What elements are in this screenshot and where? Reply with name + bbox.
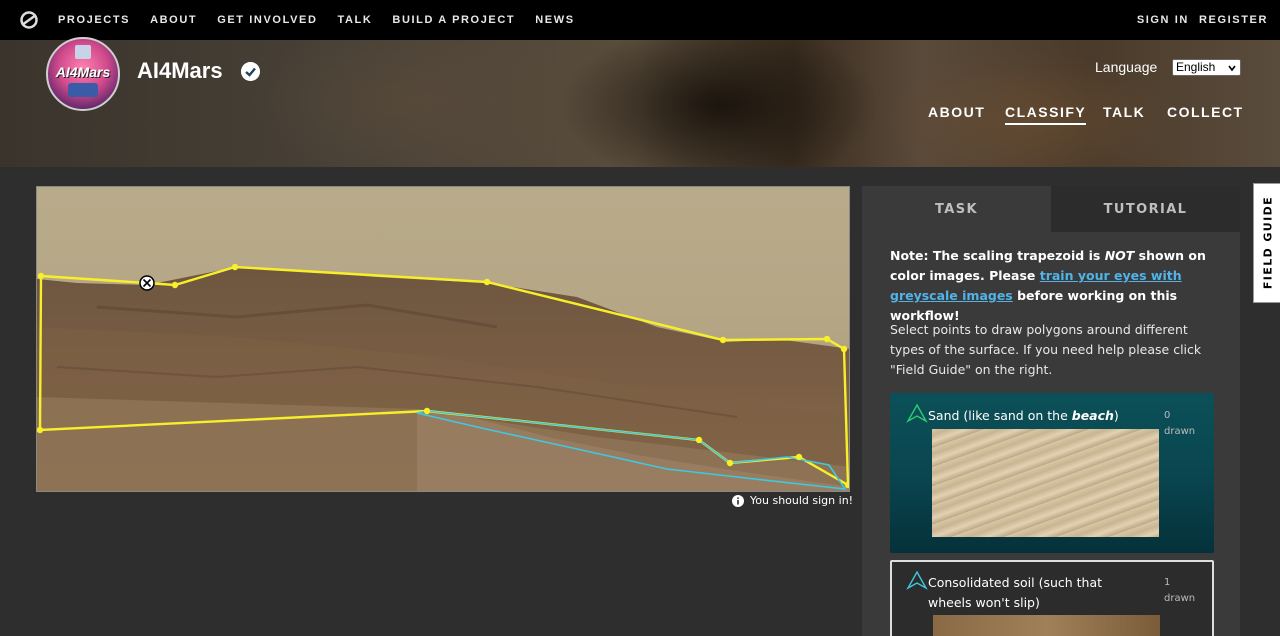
- top-nav: PROJECTS ABOUT GET INVOLVED TALK BUILD A…: [0, 0, 1280, 40]
- nav-news[interactable]: NEWS: [535, 14, 574, 26]
- answer-soil-count: 1 drawn: [1164, 575, 1195, 607]
- sand-example-image: [932, 429, 1159, 537]
- triangle-tool-icon: [906, 403, 928, 423]
- project-title[interactable]: AI4Mars: [137, 58, 223, 84]
- nav-get-involved[interactable]: GET INVOLVED: [217, 14, 317, 26]
- register-link[interactable]: REGISTER: [1199, 14, 1268, 26]
- project-avatar[interactable]: AI4Mars: [46, 37, 120, 111]
- nav-projects[interactable]: PROJECTS: [58, 14, 130, 26]
- answer-sand[interactable]: Sand (like sand on the beach) 0 drawn: [890, 393, 1214, 553]
- nav-talk[interactable]: TALK: [338, 14, 373, 26]
- triangle-tool-icon: [906, 570, 928, 590]
- nav-about[interactable]: ABOUT: [150, 14, 197, 26]
- soil-polygon[interactable]: [416, 410, 847, 490]
- soil-example-image: [933, 615, 1160, 636]
- avatar-logo-text: AI4Mars: [55, 64, 111, 80]
- task-note-emphasis: NOT: [1104, 248, 1135, 263]
- info-icon: [732, 494, 744, 507]
- sign-in-notice: You should sign in!: [732, 494, 853, 507]
- language-selected-value: English: [1176, 60, 1216, 74]
- sign-in-notice-text: You should sign in!: [750, 494, 854, 507]
- sand-polygon[interactable]: [38, 265, 849, 487]
- nav-build-a-project[interactable]: BUILD A PROJECT: [392, 14, 515, 26]
- project-nav-classify[interactable]: CLASSIFY: [1005, 104, 1087, 125]
- task-panel: TASK TUTORIAL Note: The scaling trapezoi…: [862, 186, 1240, 636]
- verified-badge-icon: [241, 62, 260, 81]
- header-background-shade: [560, 40, 880, 167]
- polygon-overlay[interactable]: [37, 187, 850, 492]
- language-select[interactable]: English: [1172, 59, 1241, 76]
- answer-soil-count-number: 1: [1164, 577, 1171, 588]
- satellite-icon: [75, 45, 91, 59]
- answer-soil-count-label: drawn: [1164, 593, 1196, 604]
- answer-sand-count-number: 0: [1164, 410, 1171, 421]
- answer-soil-label: Consolidated soil (such that wheels won'…: [928, 575, 1103, 610]
- project-nav-about[interactable]: ABOUT: [928, 104, 985, 120]
- field-guide-tab[interactable]: FIELD GUIDE: [1253, 183, 1280, 303]
- main-nav-links: PROJECTS ABOUT GET INVOLVED TALK BUILD A…: [58, 0, 595, 40]
- zooniverse-logo-icon[interactable]: [19, 10, 39, 30]
- answer-sand-label-suffix: ): [1113, 408, 1119, 423]
- answer-sand-count: 0 drawn: [1164, 408, 1195, 440]
- task-instructions: Select points to draw polygons around di…: [890, 322, 1202, 377]
- auth-links: SIGN IN REGISTER: [1137, 0, 1278, 40]
- project-nav-collect[interactable]: COLLECT: [1167, 104, 1244, 120]
- delete-vertex-icon[interactable]: [139, 275, 155, 291]
- field-guide-label: FIELD GUIDE: [1261, 195, 1275, 290]
- tab-tutorial[interactable]: TUTORIAL: [1051, 186, 1240, 232]
- rover-icon: [68, 83, 98, 97]
- answer-sand-count-label: drawn: [1164, 426, 1196, 437]
- answer-sand-label-prefix: Sand (like sand on the: [928, 408, 1072, 423]
- answer-consolidated-soil[interactable]: Consolidated soil (such that wheels won'…: [890, 560, 1214, 636]
- project-nav-talk[interactable]: TALK: [1103, 104, 1145, 120]
- task-note: Note: The scaling trapezoid is NOT shown…: [890, 246, 1210, 326]
- task-note-prefix: Note: The scaling trapezoid is: [890, 248, 1105, 263]
- subject-image[interactable]: [36, 186, 850, 492]
- header-background: [250, 40, 590, 167]
- answer-sand-label: Sand (like sand on the beach): [928, 406, 1128, 426]
- answer-sand-label-emphasis: beach: [1071, 408, 1114, 423]
- language-label: Language: [1095, 59, 1158, 75]
- chevron-down-icon: [1228, 65, 1236, 72]
- tab-task[interactable]: TASK: [862, 186, 1051, 232]
- polygon-vertices[interactable]: [37, 263, 850, 489]
- sign-in-link[interactable]: SIGN IN: [1137, 14, 1189, 26]
